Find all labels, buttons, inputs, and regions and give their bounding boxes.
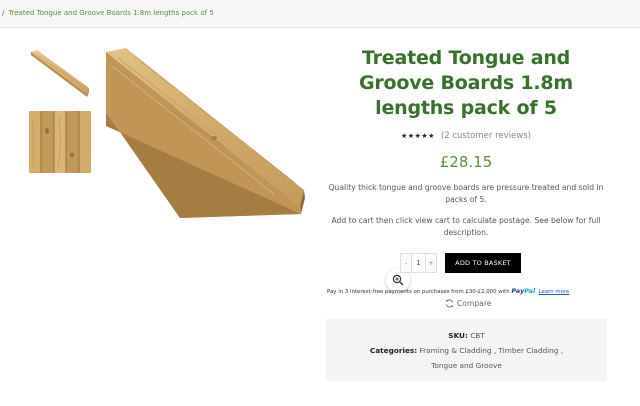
categories-row: Categories: Framing & Cladding , Timber … <box>326 343 607 358</box>
main-product-image[interactable] <box>104 46 410 292</box>
gallery-thumbnail-2[interactable] <box>29 111 91 173</box>
product-title: Treated Tongue and Groove Boards 1.8m le… <box>358 47 574 119</box>
breadcrumb-current[interactable]: Treated Tongue and Groove Boards 1.8m le… <box>8 9 213 17</box>
paypal-message-text: Pay in 3 interest-free payments on purch… <box>327 289 510 295</box>
categories-label: Categories: <box>369 346 418 355</box>
paypal-learn-more-link[interactable]: Learn more <box>539 289 570 295</box>
compare-label: Compare <box>457 299 492 308</box>
sku-label: SKU: <box>448 331 468 340</box>
category-link-timber-cladding[interactable]: Timber Cladding <box>498 346 558 355</box>
breadcrumb: / Treated Tongue and Groove Boards 1.8m l… <box>2 9 214 17</box>
product-summary: Treated Tongue and Groove Boards 1.8m le… <box>325 46 607 239</box>
paypal-logo: PayPal <box>511 287 535 295</box>
board-thumbnail-image <box>31 50 89 97</box>
quantity-input[interactable]: 1 <box>411 254 426 272</box>
product-price: £28.15 <box>439 153 493 171</box>
quantity-stepper: - 1 + <box>400 253 437 273</box>
breadcrumb-separator: / <box>2 9 5 17</box>
star-rating: ★★★★★ <box>401 132 435 140</box>
refresh-arrows-icon <box>445 299 454 308</box>
reviews-link[interactable]: (2 customer reviews) <box>441 131 531 141</box>
quantity-minus-button[interactable]: - <box>401 254 411 272</box>
compare-button[interactable]: Compare <box>445 299 491 308</box>
categories-row-2: Tongue and Groove <box>326 358 607 373</box>
category-separator: , <box>493 346 497 355</box>
rating-row: ★★★★★ (2 customer reviews) <box>325 131 607 141</box>
breadcrumb-bar: / Treated Tongue and Groove Boards 1.8m l… <box>0 0 640 28</box>
gallery-thumbnail-1[interactable] <box>29 46 91 108</box>
magnifier-plus-icon <box>392 274 404 286</box>
paypal-logo-pal: Pal <box>524 287 536 295</box>
board-main-image <box>106 48 305 218</box>
cladding-thumbnail-image <box>29 111 91 173</box>
paypal-logo-pay: Pay <box>511 287 525 295</box>
category-link-tongue-and-groove[interactable]: Tongue and Groove <box>431 361 502 370</box>
category-link-framing-cladding[interactable]: Framing & Cladding <box>420 346 492 355</box>
product-description-1: Quality thick tongue and groove boards a… <box>328 183 604 204</box>
product-description-2: Add to cart then click view cart to calc… <box>331 216 601 237</box>
add-to-basket-button[interactable]: ADD TO BASKET <box>445 253 521 273</box>
product-meta: SKU: CBT Categories: Framing & Cladding … <box>326 319 607 381</box>
category-separator: , <box>560 346 564 355</box>
sku-row: SKU: CBT <box>326 328 607 343</box>
quantity-plus-button[interactable]: + <box>426 254 436 272</box>
add-to-cart-form: - 1 + ADD TO BASKET <box>400 253 521 273</box>
paypal-message: Pay in 3 interest-free payments on purch… <box>327 287 570 295</box>
sku-value: CBT <box>470 331 485 340</box>
